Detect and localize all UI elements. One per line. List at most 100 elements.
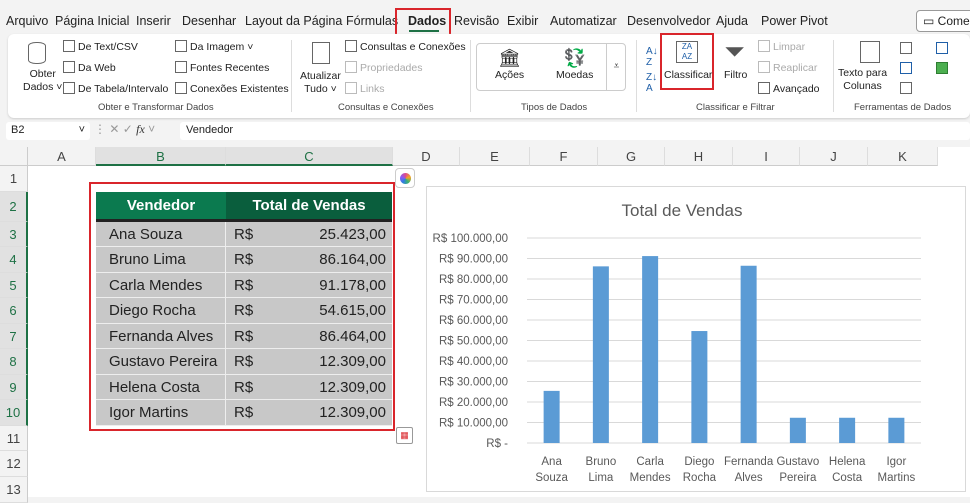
table-cell-vendedor[interactable]: Igor Martins — [96, 400, 226, 426]
quick-analysis-icon[interactable]: ▦ — [396, 427, 413, 444]
table-cell-vendedor[interactable]: Carla Mendes — [96, 273, 226, 298]
table-cell-vendedor[interactable]: Fernanda Alves — [96, 324, 226, 349]
column-header-F[interactable]: F — [530, 147, 598, 166]
data-validation-icon[interactable] — [900, 82, 912, 94]
tab-desenhar[interactable]: Desenhar — [182, 14, 236, 28]
queries-connections[interactable]: Consultas e Conexões — [345, 40, 466, 53]
row-header-3[interactable]: 3 — [0, 222, 28, 247]
table-cell-total[interactable]: 12.309,00 — [300, 349, 386, 375]
table-cell-total[interactable]: 91.178,00 — [300, 273, 386, 298]
column-header-K[interactable]: K — [868, 147, 938, 166]
tab-revisão[interactable]: Revisão — [454, 14, 499, 28]
stocks-button[interactable]: 🏛 Ações — [495, 48, 524, 81]
recent-sources[interactable]: Fontes Recentes — [175, 61, 269, 74]
row-header-11[interactable]: 11 — [0, 426, 28, 451]
table-cell-total[interactable]: 12.309,00 — [300, 375, 386, 400]
table-cell-vendedor[interactable]: Gustavo Pereira — [96, 349, 226, 375]
properties[interactable]: Propriedades — [345, 61, 422, 74]
tab-layout-da-página[interactable]: Layout da Página — [245, 14, 342, 28]
comments-button[interactable]: ▭ Comentários — [916, 10, 970, 32]
select-all-corner[interactable] — [0, 147, 28, 166]
tab-desenvolvedor[interactable]: Desenvolvedor — [627, 14, 710, 28]
table-cell-total[interactable]: 86.164,00 — [300, 247, 386, 273]
copilot-icon[interactable] — [395, 168, 415, 188]
formula-input[interactable]: Vendedor — [180, 122, 970, 140]
row-header-6[interactable]: 6 — [0, 298, 28, 324]
get-data-button[interactable]: Obter Dados ˅ — [23, 68, 62, 94]
row-header-1[interactable]: 1 — [0, 166, 28, 192]
chart[interactable]: Total de Vendas R$ - R$ 10.000,00 R$ 20.000… — [426, 186, 966, 492]
currencies-button[interactable]: 💱 Moedas — [556, 48, 593, 81]
gallery-expand-button[interactable]: ⩡ — [606, 43, 626, 91]
tab-inserir[interactable]: Inserir — [136, 14, 171, 28]
table-cell-vendedor[interactable]: Diego Rocha — [96, 298, 226, 324]
table-cell-total[interactable]: 25.423,00 — [300, 222, 386, 247]
divider — [470, 40, 471, 112]
refresh-all-button[interactable]: Atualizar Tudo ˅ — [300, 70, 341, 96]
tab-página-inicial[interactable]: Página Inicial — [55, 14, 129, 28]
y-tick-label: R$ 60.000,00 — [439, 315, 508, 327]
table-header-vendedor[interactable]: Vendedor — [96, 192, 226, 222]
clear-filter[interactable]: Limpar — [758, 40, 805, 53]
from-image[interactable]: Da Imagem ˅ — [175, 40, 253, 53]
sort-desc-button[interactable]: Z↓ A — [646, 72, 657, 94]
tab-automatizar[interactable]: Automatizar — [550, 14, 617, 28]
row-header-9[interactable]: 9 — [0, 375, 28, 400]
links[interactable]: Links — [345, 82, 385, 95]
bar-gustavo-pereira — [789, 417, 806, 443]
column-header-J[interactable]: J — [800, 147, 868, 166]
reapply-filter[interactable]: Reaplicar — [758, 61, 817, 74]
row-header-12[interactable]: 12 — [0, 451, 28, 477]
column-header-H[interactable]: H — [665, 147, 733, 166]
text-to-columns-button[interactable]: Texto para Colunas — [838, 67, 887, 93]
from-text-csv[interactable]: De Text/CSV — [63, 40, 138, 53]
tab-arquivo[interactable]: Arquivo — [6, 14, 48, 28]
filter-button[interactable]: Filtro — [724, 69, 747, 81]
relationships-icon[interactable] — [936, 42, 948, 54]
remove-duplicates-icon[interactable] — [900, 62, 912, 74]
column-header-A[interactable]: A — [28, 147, 96, 166]
sort-asc-button[interactable]: A↓ Z — [646, 46, 658, 68]
row-header-5[interactable]: 5 — [0, 273, 28, 298]
x-tick-label: Lima — [588, 472, 614, 484]
table-header-total[interactable]: Total de Vendas — [226, 192, 392, 222]
table-cell-vendedor[interactable]: Helena Costa — [96, 375, 226, 400]
row-header-4[interactable]: 4 — [0, 247, 28, 273]
column-header-B[interactable]: B — [96, 147, 226, 166]
table-cell-total[interactable]: 86.464,00 — [300, 324, 386, 349]
row-header-2[interactable]: 2 — [0, 192, 28, 222]
advanced-filter[interactable]: Avançado — [758, 82, 820, 95]
column-header-I[interactable]: I — [733, 147, 800, 166]
tab-power-pivot[interactable]: Power Pivot — [761, 14, 828, 28]
column-header-D[interactable]: D — [393, 147, 460, 166]
table-cell-vendedor[interactable]: Bruno Lima — [96, 247, 226, 273]
from-table-range[interactable]: De Tabela/Intervalo — [63, 82, 168, 95]
cancel-icon[interactable]: ✕ — [109, 122, 119, 136]
function-icon[interactable]: fx — [136, 122, 145, 136]
row-header-13[interactable]: 13 — [0, 477, 28, 503]
existing-connections[interactable]: Conexões Existentes — [175, 82, 289, 95]
column-header-E[interactable]: E — [460, 147, 530, 166]
row-header-8[interactable]: 8 — [0, 349, 28, 375]
file-icon — [63, 40, 75, 52]
enter-icon[interactable]: ✓ — [123, 122, 133, 136]
row-header-10[interactable]: 10 — [0, 400, 28, 426]
column-header-C[interactable]: C — [226, 147, 393, 166]
name-box[interactable]: B2 ˅ — [6, 122, 90, 140]
sort-button[interactable]: Classificar — [664, 69, 712, 81]
row-header-7[interactable]: 7 — [0, 324, 28, 349]
table-cell-vendedor[interactable]: Ana Souza — [96, 222, 226, 247]
table-cell-total[interactable]: 12.309,00 — [300, 400, 386, 426]
tab-ajuda[interactable]: Ajuda — [716, 14, 748, 28]
tab-fórmulas[interactable]: Fórmulas — [346, 14, 398, 28]
tab-exibir[interactable]: Exibir — [507, 14, 538, 28]
y-tick-label: R$ - — [486, 438, 508, 450]
flash-fill-icon[interactable] — [900, 42, 912, 54]
image-table-icon — [175, 40, 187, 52]
column-header-G[interactable]: G — [598, 147, 665, 166]
from-web[interactable]: Da Web — [63, 61, 116, 74]
table-cell-total[interactable]: 54.615,00 — [300, 298, 386, 324]
y-tick-label: R$ 100.000,00 — [433, 233, 508, 245]
data-model-icon[interactable] — [936, 62, 948, 74]
x-tick-label: Costa — [832, 472, 863, 484]
